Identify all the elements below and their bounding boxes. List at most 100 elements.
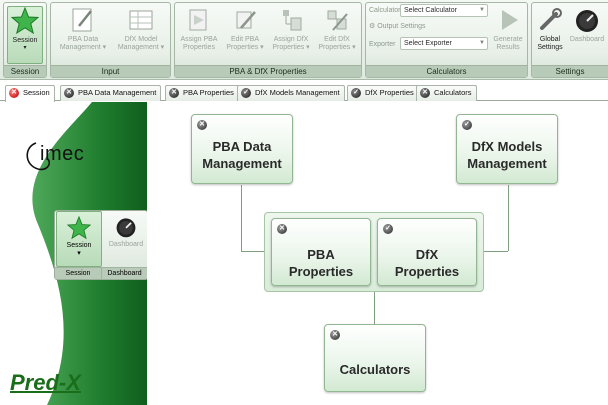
dashboard-button[interactable]: Dashboard bbox=[567, 6, 607, 64]
node-title-line1: PBA bbox=[307, 247, 335, 262]
ribbon-group-label: Input bbox=[51, 65, 170, 77]
global-settings-label-line2: Settings bbox=[537, 44, 563, 51]
sidebar-dashboard-label: Dashboard bbox=[108, 241, 144, 248]
status-check-icon: ✓ bbox=[462, 120, 472, 130]
assign-pba-label-line2: Properties bbox=[183, 44, 215, 51]
pred-x-brand: Pred-X bbox=[10, 370, 81, 395]
ribbon-group-pba-dfx: Assign PBA Properties Edit PBA Propertie… bbox=[174, 2, 362, 78]
play-arrow-icon bbox=[502, 10, 518, 30]
ribbon-group-label: PBA & DfX Properties bbox=[175, 65, 361, 77]
pba-data-label-line2-text: Management bbox=[59, 44, 101, 51]
wrench-icon bbox=[540, 8, 562, 30]
tab-calculators[interactable]: ✕ Calculators bbox=[416, 85, 477, 101]
node-title: Calculators bbox=[339, 362, 411, 377]
node-dfx-models-management[interactable]: ✓ DfX Models Management bbox=[456, 114, 558, 184]
assign-pba-properties-button[interactable]: Assign PBA Properties bbox=[177, 6, 221, 64]
sidebar-dashboard-button[interactable]: Dashboard bbox=[103, 211, 147, 267]
star-icon bbox=[67, 216, 91, 240]
assign-dfx-label-line2-text: Properties bbox=[272, 44, 305, 51]
calculator-select-value: Select Calculator bbox=[404, 7, 457, 14]
sidebar-ribbon-group: Session ▾ Dashboard Session Dashboard bbox=[54, 210, 147, 280]
sidebar-session-button[interactable]: Session ▾ bbox=[56, 211, 102, 267]
exporter-label: Exporter bbox=[369, 41, 396, 48]
edit-dfx-label-line1: Edit DfX bbox=[324, 36, 350, 43]
ribbon-group-label: Settings bbox=[532, 65, 608, 77]
assign-dfx-properties-button[interactable]: Assign DfX Properties ▾ bbox=[269, 6, 313, 64]
edit-dfx-properties-button[interactable]: Edit DfX Properties ▾ bbox=[315, 6, 359, 64]
assign-pba-icon bbox=[189, 9, 207, 31]
tab-dfx-properties[interactable]: ✓ DfX Properties bbox=[347, 85, 419, 101]
assign-dfx-icon bbox=[283, 10, 302, 31]
dropdown-arrow-icon: ▼ bbox=[479, 40, 485, 46]
edit-dfx-label-line2-text: Properties bbox=[318, 44, 351, 51]
edit-pba-label-line1: Edit PBA bbox=[230, 36, 259, 43]
node-title-line1: PBA Data bbox=[212, 139, 272, 154]
close-icon[interactable]: ✕ bbox=[420, 88, 430, 98]
workflow-diagram: ✕ PBA Data Management ✓ DfX Models Manag… bbox=[147, 102, 608, 405]
check-icon: ✓ bbox=[351, 88, 361, 98]
pba-data-label-line1: PBA Data bbox=[67, 36, 99, 43]
connector-line bbox=[241, 185, 242, 251]
status-x-icon: ✕ bbox=[330, 330, 340, 340]
node-title-line1: DfX Models bbox=[471, 139, 543, 154]
edit-pba-label-line2: Properties ▾ bbox=[226, 44, 264, 51]
exporter-select-value: Select Exporter bbox=[404, 40, 452, 47]
star-icon bbox=[11, 7, 39, 35]
node-dfx-properties[interactable]: ✓ DfX Properties bbox=[377, 218, 477, 286]
generate-label-line2: Results bbox=[496, 44, 520, 51]
ribbon-group-calculators: Calculator Select Calculator ▼ ⚙ Output … bbox=[365, 2, 528, 78]
tab-session[interactable]: ✕ Session bbox=[5, 85, 55, 102]
generate-results-button[interactable]: Generate Results bbox=[491, 6, 525, 64]
pba-data-management-button[interactable]: PBA Data Management ▾ bbox=[55, 6, 111, 64]
connector-line bbox=[480, 251, 508, 252]
edit-dfx-label-line2: Properties ▾ bbox=[318, 44, 356, 51]
speedometer-icon bbox=[576, 10, 598, 32]
status-check-icon: ✓ bbox=[383, 224, 393, 234]
tab-label: PBA Properties bbox=[183, 88, 234, 97]
edit-pba-icon bbox=[236, 11, 256, 29]
exporter-select[interactable]: Select Exporter ▼ bbox=[400, 37, 488, 50]
ribbon-group-session: Session ▾ Session bbox=[3, 2, 47, 78]
tab-pba-data-management[interactable]: ✕ PBA Data Management bbox=[60, 85, 162, 101]
dfx-model-management-button[interactable]: DfX Model Management ▾ bbox=[113, 6, 169, 64]
output-settings-link[interactable]: ⚙ Output Settings bbox=[369, 22, 426, 30]
edit-dfx-icon bbox=[327, 10, 348, 31]
dropdown-arrow-icon: ▼ bbox=[479, 7, 485, 13]
output-settings-label: Output Settings bbox=[377, 23, 426, 30]
status-x-icon: ✕ bbox=[197, 120, 207, 130]
dfx-model-label-line1: DfX Model bbox=[124, 36, 158, 43]
ribbon-group-label: Session bbox=[4, 65, 46, 77]
dfx-model-label-line2: Management ▾ bbox=[117, 44, 165, 51]
node-pba-properties[interactable]: ✕ PBA Properties bbox=[271, 218, 371, 286]
close-icon[interactable]: ✕ bbox=[169, 88, 179, 98]
sidebar-dashboard-group-label: Dashboard bbox=[101, 267, 147, 279]
node-calculators[interactable]: ✕ Calculators bbox=[324, 324, 426, 392]
check-icon: ✓ bbox=[241, 88, 251, 98]
assign-dfx-label-line1: Assign DfX bbox=[273, 36, 309, 43]
node-pba-data-management[interactable]: ✕ PBA Data Management bbox=[191, 114, 293, 184]
ribbon-toolbar: Session ▾ Session PBA Data Management ▾ bbox=[0, 0, 608, 80]
pba-data-label-line2: Management ▾ bbox=[59, 44, 107, 51]
tab-dfx-models-management[interactable]: ✓ DfX Models Management bbox=[237, 85, 345, 101]
document-tab-bar: ✕ Session ✕ PBA Data Management ✕ PBA Pr… bbox=[0, 83, 608, 102]
chevron-down-icon: ▾ bbox=[23, 45, 27, 51]
edit-pba-label-line2-text: Properties bbox=[226, 44, 259, 51]
close-icon[interactable]: ✕ bbox=[9, 88, 19, 98]
tab-label: Session bbox=[23, 88, 50, 97]
tab-pba-properties[interactable]: ✕ PBA Properties bbox=[165, 85, 239, 101]
calculator-select[interactable]: Select Calculator ▼ bbox=[400, 4, 488, 17]
chevron-down-icon: ▾ bbox=[77, 250, 81, 257]
global-settings-button[interactable]: Global Settings bbox=[534, 6, 566, 64]
edit-pba-properties-button[interactable]: Edit PBA Properties ▾ bbox=[223, 6, 267, 64]
session-button[interactable]: Session ▾ bbox=[7, 6, 43, 64]
connector-line bbox=[374, 292, 375, 324]
pencil-icon bbox=[72, 8, 92, 32]
node-title-line2: Properties bbox=[288, 264, 354, 279]
table-icon bbox=[129, 10, 153, 30]
node-title-line1: DfX bbox=[415, 247, 439, 262]
sidebar-session-label: Session bbox=[66, 242, 92, 249]
imec-logo-text: imec bbox=[40, 143, 85, 165]
close-icon[interactable]: ✕ bbox=[64, 88, 74, 98]
session-sidebar: imec Session ▾ Dashboard Session Dashboa… bbox=[4, 102, 147, 405]
sidebar-session-group-label: Session bbox=[55, 267, 101, 279]
